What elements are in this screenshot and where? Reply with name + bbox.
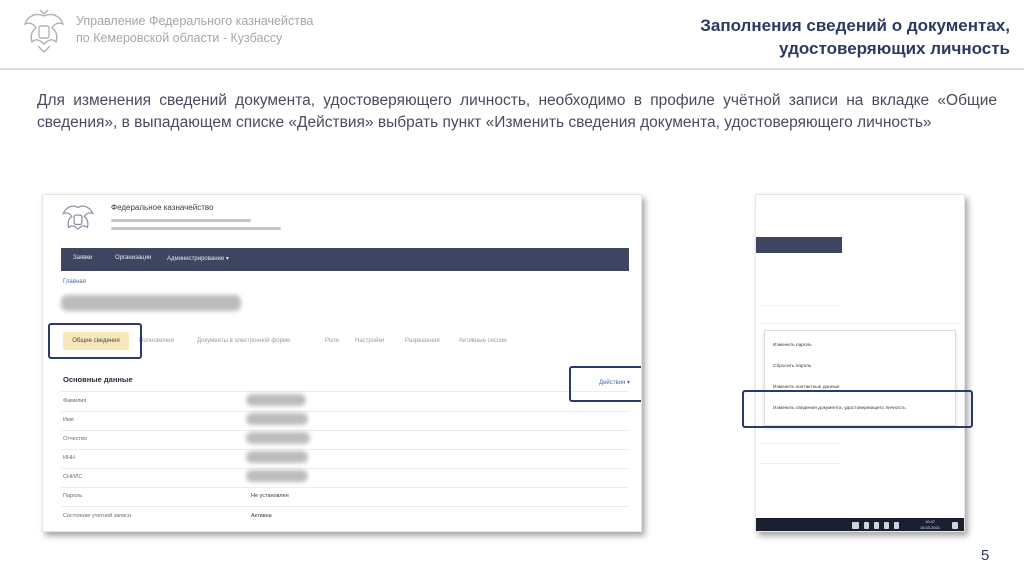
org-line-1: Управление Федерального казначейства bbox=[76, 14, 314, 28]
taskbar-clock[interactable]: 10:47 15.03.2021 bbox=[920, 519, 940, 531]
tab-settings[interactable]: Настройки bbox=[355, 338, 384, 344]
windows-taskbar: 10:47 15.03.2021 bbox=[756, 518, 964, 531]
field-label: Пароль bbox=[63, 493, 83, 499]
language-icon[interactable] bbox=[894, 522, 899, 529]
blurred-value bbox=[246, 451, 308, 463]
profile-screenshot: Федеральное казначейство Заявки Организа… bbox=[42, 194, 642, 532]
title-line-2: удостоверяющих личность bbox=[779, 39, 1010, 58]
nav-item-requests[interactable]: Заявки bbox=[73, 255, 92, 261]
brand-subtitle bbox=[111, 227, 281, 230]
row-divider bbox=[61, 391, 629, 392]
row-divider bbox=[61, 468, 629, 469]
tab-permissions[interactable]: Полномочия bbox=[139, 338, 174, 344]
slide-title: Заполнения сведений о документах, удосто… bbox=[590, 14, 1010, 60]
brand-name: Федеральное казначейство bbox=[111, 203, 214, 212]
highlight-general-info-tab bbox=[48, 323, 142, 359]
tab-sessions[interactable]: Активные сессии bbox=[459, 338, 507, 344]
row-divider bbox=[760, 323, 960, 324]
emblem-icon bbox=[62, 205, 94, 230]
clock-date: 15.03.2021 bbox=[919, 525, 940, 530]
section-title: Основные данные bbox=[63, 375, 133, 384]
taskbar-app-icon[interactable] bbox=[852, 522, 859, 529]
field-label: Фамилия bbox=[63, 398, 87, 404]
top-navbar: Заявки Организации Администрирование ▾ bbox=[61, 248, 629, 271]
menu-item-reset-password[interactable]: Сбросить пароль bbox=[773, 364, 811, 369]
breadcrumb[interactable]: Главная bbox=[63, 279, 86, 285]
field-label: Состояние учетной записи bbox=[63, 513, 132, 519]
actions-menu-screenshot: Изменить пароль Сбросить пароль Изменить… bbox=[755, 194, 965, 532]
row-divider bbox=[760, 305, 840, 306]
field-value: Активна bbox=[251, 513, 272, 519]
org-line-2: по Кемеровской области - Кузбассу bbox=[76, 31, 283, 45]
field-label: СНИЛС bbox=[63, 474, 83, 480]
field-label: Отчество bbox=[63, 436, 87, 442]
navbar-fragment bbox=[756, 237, 842, 253]
page-number: 5 bbox=[981, 547, 990, 564]
row-divider bbox=[61, 430, 629, 431]
highlight-actions-dropdown bbox=[569, 366, 641, 402]
emblem-icon bbox=[23, 9, 65, 53]
menu-item-change-password[interactable]: Изменить пароль bbox=[773, 343, 812, 348]
field-value: Не установлен bbox=[251, 493, 289, 499]
network-icon[interactable] bbox=[874, 522, 879, 529]
highlight-identity-document-item bbox=[742, 390, 973, 428]
nav-item-administration[interactable]: Администрирование ▾ bbox=[167, 255, 229, 262]
blurred-value bbox=[246, 432, 310, 444]
row-divider bbox=[61, 411, 629, 412]
row-divider bbox=[61, 506, 629, 507]
row-divider bbox=[760, 463, 840, 464]
tab-access[interactable]: Разрешения bbox=[405, 338, 440, 344]
row-divider bbox=[760, 443, 840, 444]
blurred-value bbox=[246, 470, 308, 482]
nav-item-organizations[interactable]: Организации bbox=[115, 255, 151, 261]
title-line-1: Заполнения сведений о документах, bbox=[700, 16, 1010, 35]
brand-subtitle bbox=[111, 219, 251, 222]
chevron-up-icon[interactable] bbox=[864, 522, 869, 529]
organization-name: Управление Федерального казначейства по … bbox=[76, 13, 313, 47]
notifications-icon[interactable] bbox=[952, 522, 958, 529]
volume-icon[interactable] bbox=[884, 522, 889, 529]
field-label: Имя bbox=[63, 417, 74, 423]
blurred-value bbox=[246, 394, 306, 406]
blurred-value bbox=[246, 413, 308, 425]
row-divider bbox=[61, 449, 629, 450]
blurred-user-name bbox=[61, 295, 241, 311]
header-divider bbox=[0, 68, 1024, 70]
field-label: ИНН bbox=[63, 455, 75, 461]
instruction-text: Для изменения сведений документа, удосто… bbox=[37, 92, 997, 131]
tab-roles[interactable]: Роли bbox=[325, 338, 339, 344]
row-divider bbox=[61, 487, 629, 488]
tab-electronic-documents[interactable]: Документы в электронной форме bbox=[197, 338, 290, 344]
